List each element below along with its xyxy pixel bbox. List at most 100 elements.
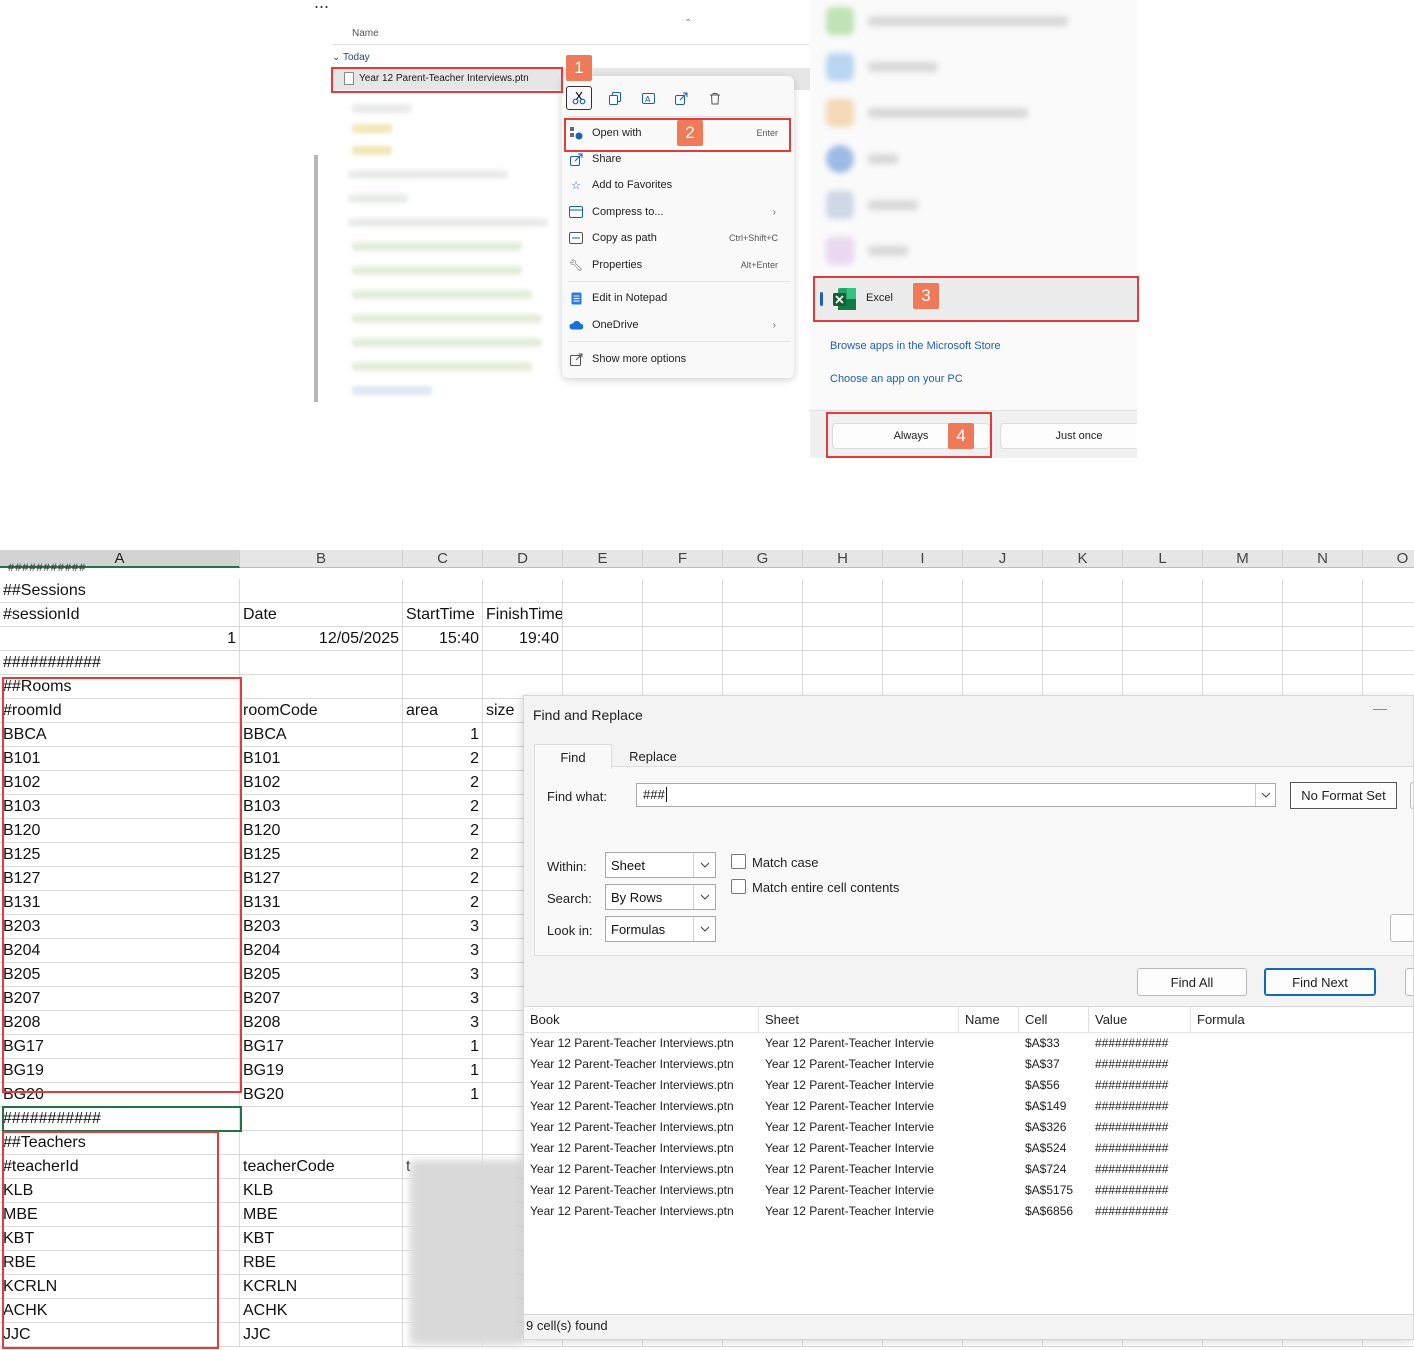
result-cell[interactable]: Year 12 Parent-Teacher Intervie (759, 1180, 959, 1201)
cell[interactable] (1123, 603, 1203, 627)
find-what-input[interactable]: ### (636, 783, 1276, 807)
cell[interactable]: ACHK (240, 1299, 403, 1323)
column-header[interactable]: C (403, 550, 483, 568)
cell[interactable]: 2 (403, 867, 483, 891)
column-header[interactable]: I (883, 550, 963, 568)
within-select[interactable]: Sheet (605, 852, 716, 878)
cell[interactable] (723, 579, 803, 603)
result-cell[interactable]: Year 12 Parent-Teacher Intervie (759, 1033, 959, 1054)
cell[interactable]: 3 (403, 963, 483, 987)
cell[interactable]: KLB (240, 1179, 403, 1203)
results-column-header[interactable]: Value (1089, 1007, 1191, 1033)
menu-item-show-more-options[interactable]: Show more options (568, 348, 790, 370)
cell[interactable] (1283, 603, 1363, 627)
cell[interactable]: RBE (240, 1251, 403, 1275)
cell[interactable] (643, 627, 723, 651)
result-cell[interactable]: Year 12 Parent-Teacher Intervie (759, 1054, 959, 1075)
cell[interactable]: 1 (403, 1035, 483, 1059)
result-cell[interactable]: $A$56 (1019, 1075, 1089, 1096)
close-button[interactable] (1405, 968, 1413, 996)
look-in-select[interactable]: Formulas (605, 916, 716, 942)
cell[interactable] (240, 579, 403, 603)
cell[interactable] (723, 603, 803, 627)
cell[interactable]: 3 (403, 987, 483, 1011)
cell[interactable] (1043, 651, 1123, 675)
cell[interactable]: #sessionId (0, 603, 240, 627)
more-icon[interactable]: ... (314, 0, 329, 13)
cell[interactable]: 2 (403, 819, 483, 843)
minimize-button[interactable]: — (1373, 700, 1387, 716)
result-cell[interactable]: ########### (1089, 1138, 1191, 1159)
column-header[interactable]: J (963, 550, 1043, 568)
cell[interactable] (240, 675, 403, 699)
cell[interactable]: B103 (240, 795, 403, 819)
cell[interactable] (1043, 579, 1123, 603)
cell[interactable]: B208 (240, 1011, 403, 1035)
no-format-set-button[interactable]: No Format Set (1290, 782, 1397, 809)
cell[interactable] (403, 579, 483, 603)
cell[interactable] (240, 651, 403, 675)
cell[interactable]: 3 (403, 939, 483, 963)
cell[interactable]: 2 (403, 891, 483, 915)
result-cell[interactable] (959, 1201, 1019, 1222)
cell[interactable] (1123, 651, 1203, 675)
column-header[interactable]: E (563, 550, 643, 568)
cell[interactable] (883, 627, 963, 651)
cell[interactable] (1203, 627, 1283, 651)
cell[interactable] (1203, 651, 1283, 675)
cell[interactable] (1363, 603, 1414, 627)
cell[interactable] (643, 651, 723, 675)
result-cell[interactable] (959, 1159, 1019, 1180)
cell[interactable]: 2 (403, 843, 483, 867)
result-cell[interactable]: Year 12 Parent-Teacher Interviews.ptn (524, 1117, 759, 1138)
cell[interactable]: area (403, 699, 483, 723)
cell[interactable] (1363, 627, 1414, 651)
cell[interactable] (1043, 603, 1123, 627)
cell[interactable] (563, 603, 643, 627)
result-cell[interactable] (1191, 1054, 1413, 1075)
match-case-checkbox[interactable] (731, 854, 746, 869)
result-cell[interactable]: ########### (1089, 1117, 1191, 1138)
cell[interactable]: StartTime (403, 603, 483, 627)
cell[interactable] (403, 1107, 483, 1131)
cut-icon[interactable] (566, 86, 592, 110)
share-quick-icon[interactable] (665, 86, 698, 110)
cell[interactable]: KCRLN (240, 1275, 403, 1299)
result-cell[interactable]: ########### (1089, 1054, 1191, 1075)
cell[interactable]: BBCA (240, 723, 403, 747)
search-select[interactable]: By Rows (605, 884, 716, 910)
result-cell[interactable]: $A$33 (1019, 1033, 1089, 1054)
cell[interactable] (1203, 603, 1283, 627)
column-header[interactable]: B (240, 550, 403, 568)
cell[interactable]: B127 (240, 867, 403, 891)
cell[interactable]: ##Sessions (0, 579, 240, 603)
cell[interactable]: roomCode (240, 699, 403, 723)
cell[interactable]: 19:40 (483, 627, 563, 651)
result-cell[interactable]: Year 12 Parent-Teacher Interviews.ptn (524, 1075, 759, 1096)
cell[interactable]: B102 (240, 771, 403, 795)
result-cell[interactable]: Year 12 Parent-Teacher Intervie (759, 1096, 959, 1117)
column-header[interactable]: H (803, 550, 883, 568)
find-all-button[interactable]: Find All (1137, 968, 1247, 996)
cell[interactable]: BG17 (240, 1035, 403, 1059)
menu-item-onedrive[interactable]: OneDrive › (568, 314, 790, 336)
cell[interactable] (643, 579, 723, 603)
just-once-button[interactable]: Just once (1000, 423, 1137, 449)
cell[interactable]: BG20 (240, 1083, 403, 1107)
column-header[interactable]: K (1043, 550, 1123, 568)
cell[interactable] (1363, 579, 1414, 603)
result-cell[interactable] (959, 1117, 1019, 1138)
cell[interactable]: FinishTime (483, 603, 563, 627)
cell[interactable]: Date (240, 603, 403, 627)
cell[interactable] (1043, 627, 1123, 651)
column-header[interactable]: L (1123, 550, 1203, 568)
cell[interactable] (1283, 627, 1363, 651)
cell[interactable]: 2 (403, 771, 483, 795)
results-column-header[interactable]: Book (524, 1007, 759, 1033)
cell[interactable] (963, 603, 1043, 627)
result-cell[interactable] (1191, 1138, 1413, 1159)
result-cell[interactable]: $A$37 (1019, 1054, 1089, 1075)
cell[interactable]: 15:40 (403, 627, 483, 651)
cell[interactable] (643, 603, 723, 627)
menu-item-edit-in-notepad[interactable]: Edit in Notepad (568, 287, 790, 309)
